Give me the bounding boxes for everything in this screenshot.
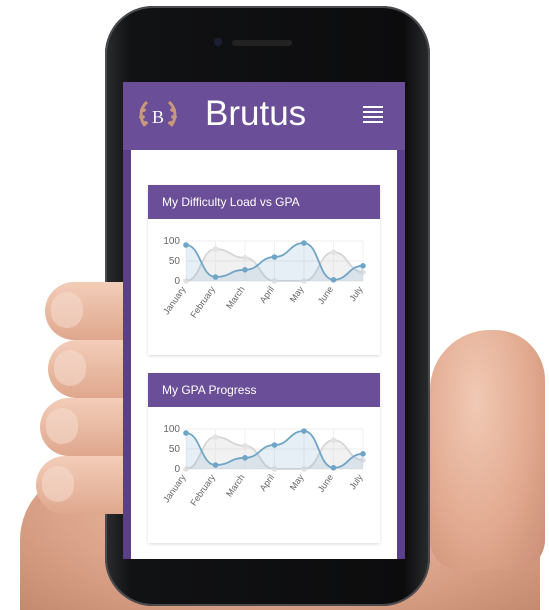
laurel-logo-icon[interactable]: B — [137, 96, 179, 138]
data-point — [301, 428, 307, 434]
x-tick-label: June — [316, 284, 335, 306]
logo-letter: B — [152, 107, 164, 127]
data-point — [330, 277, 337, 283]
chart-card: My Difficulty Load vs GPA 0 50 100 January F… — [148, 185, 380, 355]
x-tick-label: March — [224, 284, 247, 310]
x-tick-label: January — [161, 284, 188, 316]
main-content: My Difficulty Load vs GPA 0 50 100 January F… — [131, 150, 397, 559]
data-point — [183, 430, 189, 436]
x-tick-label: January — [161, 472, 188, 504]
data-point — [330, 249, 337, 255]
card-title: My Difficulty Load vs GPA — [148, 185, 380, 219]
x-tick-label: July — [347, 284, 365, 303]
data-point — [242, 255, 248, 261]
gpa-progress-chart: 050100January February March April May June Ju… — [161, 424, 366, 508]
x-tick-label: February — [188, 284, 217, 320]
data-point — [212, 434, 219, 440]
x-tick-label: April — [258, 284, 277, 304]
app-header: B Brutus — [123, 82, 405, 150]
data-point — [271, 442, 278, 448]
data-point — [271, 254, 278, 260]
data-point — [242, 443, 248, 449]
y-tick-label: 100 — [163, 236, 180, 247]
data-point — [330, 465, 337, 471]
data-point — [330, 437, 337, 443]
data-point — [360, 451, 366, 457]
data-point — [212, 246, 219, 252]
data-point — [212, 274, 219, 280]
brand-title: Brutus — [205, 94, 307, 133]
x-tick-label: June — [316, 472, 335, 494]
data-point — [212, 462, 219, 468]
data-point — [360, 263, 366, 269]
x-tick-label: July — [347, 472, 365, 491]
card-title: My GPA Progress — [148, 373, 380, 407]
data-point — [242, 455, 248, 461]
data-point — [242, 267, 248, 273]
hand-thumb — [430, 330, 545, 570]
phone-camera — [214, 38, 222, 46]
phone-screen: B Brutus My Difficulty Load vs GPA 0 50 10… — [123, 82, 405, 559]
data-point — [183, 242, 189, 248]
x-tick-label: May — [288, 284, 306, 304]
data-point — [301, 240, 307, 246]
x-tick-label: February — [188, 472, 217, 508]
x-tick-label: May — [288, 472, 306, 492]
y-tick-label: 50 — [169, 444, 181, 455]
phone-speaker — [232, 40, 292, 46]
difficulty-gpa-chart: 050100January February March April May June Ju… — [161, 236, 366, 320]
hamburger-menu-icon[interactable] — [363, 103, 383, 125]
y-tick-label: 50 — [169, 256, 181, 267]
chart-card: My GPA Progress 0 50 100 January February Mar… — [148, 373, 380, 543]
y-tick-label: 100 — [163, 424, 180, 435]
x-tick-label: April — [258, 472, 277, 492]
x-tick-label: March — [224, 472, 247, 498]
